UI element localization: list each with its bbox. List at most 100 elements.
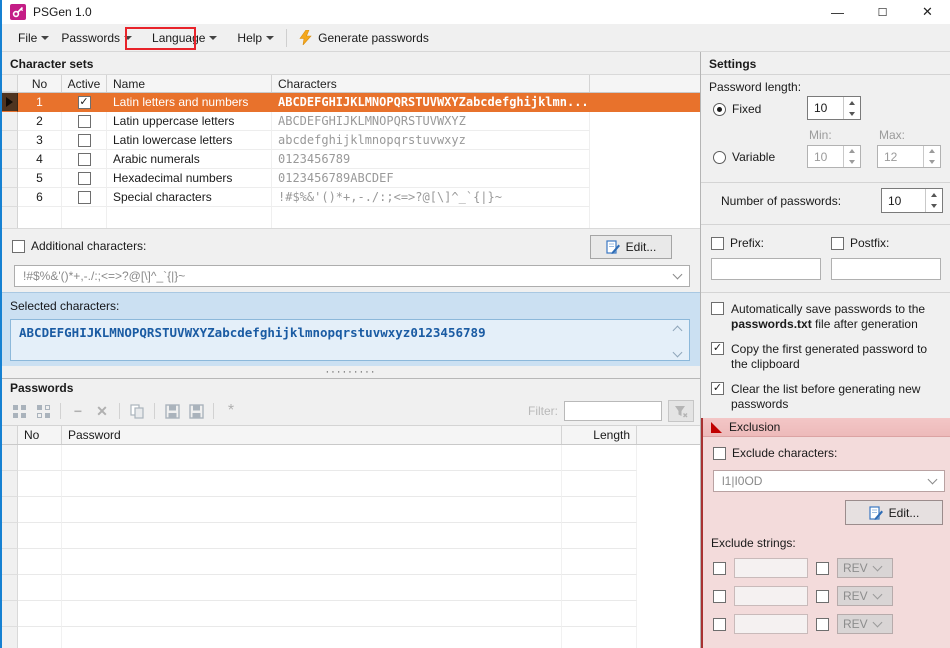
- table-row[interactable]: 3 Latin lowercase letters abcdefghijklmn…: [2, 131, 700, 150]
- asterisk-button[interactable]: *: [222, 402, 240, 420]
- deselect-all-button[interactable]: [34, 402, 52, 420]
- col-length[interactable]: Length: [562, 426, 637, 444]
- copy-first-label: Copy the first generated password to the…: [731, 342, 943, 372]
- exclude-string-input[interactable]: [734, 586, 808, 606]
- active-checkbox[interactable]: [78, 172, 91, 185]
- max-length-spinner[interactable]: 12: [877, 145, 941, 168]
- additional-characters-combobox[interactable]: !#$%&'()*+,-./:;<=>?@[\]^_`{|}~: [14, 265, 690, 287]
- rev-dropdown[interactable]: REV: [837, 558, 893, 578]
- clear-list-label: Clear the list before generating new pas…: [731, 382, 943, 412]
- left-panel: Character sets No Active Name Characters…: [2, 52, 700, 648]
- fixed-length-spinner[interactable]: 10: [807, 96, 861, 120]
- filter-clear-button[interactable]: [668, 400, 694, 422]
- table-row[interactable]: 5 Hexadecimal numbers 0123456789ABCDEF: [2, 169, 700, 188]
- rev-checkbox[interactable]: [816, 590, 829, 603]
- window-title: PSGen 1.0: [33, 5, 92, 19]
- clear-list-checkbox[interactable]: [711, 382, 724, 395]
- select-all-button[interactable]: [10, 402, 28, 420]
- exclude-string-input[interactable]: [734, 558, 808, 578]
- exclude-string-input[interactable]: [734, 614, 808, 634]
- autosave-label: Automatically save passwords to the pass…: [731, 302, 943, 332]
- menu-passwords[interactable]: Passwords: [55, 27, 138, 49]
- exclusion-header[interactable]: Exclusion: [703, 418, 950, 437]
- generate-passwords-button[interactable]: Generate passwords: [293, 26, 435, 49]
- active-checkbox[interactable]: [78, 134, 91, 147]
- additional-characters-checkbox[interactable]: [12, 240, 25, 253]
- chevron-down-icon: [872, 590, 882, 600]
- copy-first-checkbox[interactable]: [711, 342, 724, 355]
- active-checkbox[interactable]: [78, 96, 91, 109]
- active-checkbox[interactable]: [78, 153, 91, 166]
- save-button[interactable]: [163, 402, 181, 420]
- active-checkbox[interactable]: [78, 115, 91, 128]
- menu-file[interactable]: File: [12, 27, 55, 49]
- spin-down-icon[interactable]: [844, 108, 860, 119]
- selected-characters-box[interactable]: ABCDEFGHIJKLMNOPQRSTUVWXYZabcdefghijklmn…: [10, 319, 690, 361]
- max-label: Max:: [879, 128, 905, 142]
- col-no[interactable]: No: [18, 75, 62, 92]
- variable-radio[interactable]: [713, 151, 726, 164]
- number-of-passwords-label: Number of passwords:: [721, 194, 841, 208]
- number-of-passwords-spinner[interactable]: 10: [881, 188, 943, 213]
- clear-passwords-button[interactable]: ✕: [93, 402, 111, 420]
- spin-up-icon[interactable]: [924, 146, 940, 157]
- save-all-button[interactable]: [187, 402, 205, 420]
- table-row[interactable]: 4 Arabic numerals 0123456789: [2, 150, 700, 169]
- active-checkbox[interactable]: [78, 191, 91, 204]
- min-length-spinner[interactable]: 10: [807, 145, 861, 168]
- app-window: PSGen 1.0 — ☐ ✕ File Passwords Language …: [0, 0, 950, 648]
- spin-up-icon[interactable]: [844, 146, 860, 157]
- minimize-button[interactable]: —: [815, 0, 860, 24]
- rev-dropdown[interactable]: REV: [837, 586, 893, 606]
- edit-icon: [869, 506, 883, 520]
- character-sets-title: Character sets: [2, 52, 700, 75]
- filter-label: Filter:: [528, 404, 558, 418]
- table-row-empty: [2, 549, 700, 575]
- exclude-characters-combobox[interactable]: l1|I0OD: [713, 470, 945, 492]
- exclude-string-checkbox[interactable]: [713, 562, 726, 575]
- table-header: No Password Length: [2, 425, 700, 445]
- close-button[interactable]: ✕: [905, 0, 950, 24]
- edit-exclusions-button[interactable]: Edit...: [845, 500, 943, 525]
- exclude-characters-label: Exclude characters:: [732, 446, 837, 460]
- table-row[interactable]: 6 Special characters !#$%&'()*+,-./:;<=>…: [2, 188, 700, 207]
- postfix-input[interactable]: [831, 258, 941, 280]
- exclude-characters-checkbox[interactable]: [713, 447, 726, 460]
- edit-additional-button[interactable]: Edit...: [590, 235, 672, 259]
- prefix-checkbox[interactable]: [711, 237, 724, 250]
- splitter-handle[interactable]: ·········: [2, 366, 700, 378]
- autosave-checkbox[interactable]: [711, 302, 724, 315]
- spin-up-icon[interactable]: [844, 97, 860, 108]
- col-no[interactable]: No: [18, 426, 62, 444]
- maximize-button[interactable]: ☐: [860, 0, 905, 24]
- table-row-empty: [2, 445, 700, 471]
- rev-checkbox[interactable]: [816, 618, 829, 631]
- col-password[interactable]: Password: [62, 426, 562, 444]
- remove-password-button[interactable]: −: [69, 402, 87, 420]
- rev-checkbox[interactable]: [816, 562, 829, 575]
- col-characters[interactable]: Characters: [272, 75, 590, 92]
- menu-language[interactable]: Language: [146, 27, 223, 49]
- spin-down-icon[interactable]: [844, 157, 860, 168]
- col-name[interactable]: Name: [107, 75, 272, 92]
- spin-up-icon[interactable]: [926, 189, 942, 201]
- exclude-string-checkbox[interactable]: [713, 590, 726, 603]
- table-row[interactable]: 2 Latin uppercase letters ABCDEFGHIJKLMN…: [2, 112, 700, 131]
- table-row[interactable]: 1 Latin letters and numbers ABCDEFGHIJKL…: [2, 93, 700, 112]
- col-active[interactable]: Active: [62, 75, 107, 92]
- spin-down-icon[interactable]: [926, 201, 942, 213]
- menu-help[interactable]: Help: [231, 27, 280, 49]
- lightning-icon: [299, 30, 312, 45]
- copy-button[interactable]: [128, 402, 146, 420]
- prefix-input[interactable]: [711, 258, 821, 280]
- toolbar-separator: [154, 403, 155, 419]
- fixed-radio[interactable]: [713, 103, 726, 116]
- scroll-down-icon[interactable]: [673, 348, 683, 358]
- scroll-up-icon[interactable]: [673, 326, 683, 336]
- exclude-string-checkbox[interactable]: [713, 618, 726, 631]
- postfix-checkbox[interactable]: [831, 237, 844, 250]
- spin-down-icon[interactable]: [924, 157, 940, 168]
- table-header: No Active Name Characters: [2, 75, 700, 93]
- filter-input[interactable]: [564, 401, 662, 421]
- rev-dropdown[interactable]: REV: [837, 614, 893, 634]
